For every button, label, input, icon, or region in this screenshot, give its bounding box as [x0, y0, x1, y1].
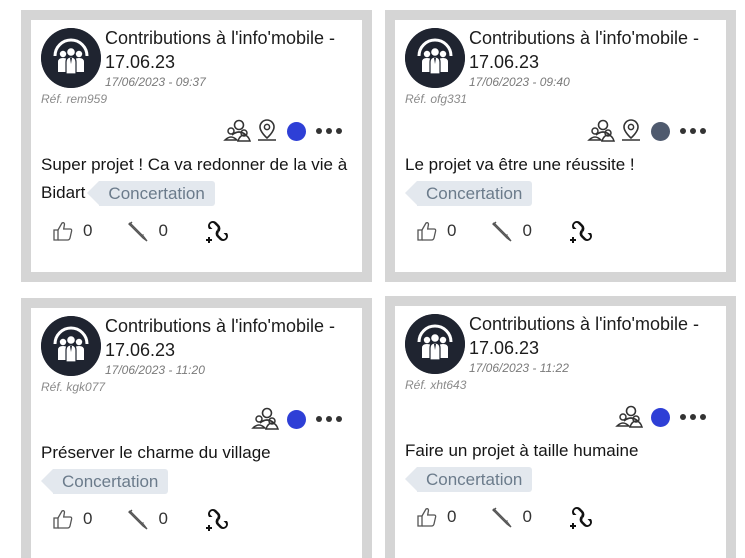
contribution-text: Super projet ! Ca va redonner de la vie …	[41, 151, 357, 207]
card-actions	[587, 118, 706, 144]
group-icon[interactable]	[251, 407, 279, 431]
pencil-icon[interactable]	[126, 507, 150, 531]
card-ref: Réf. kgk077	[41, 380, 106, 394]
card-date: 17/06/2023 - 09:40	[469, 75, 570, 89]
map-pin-icon[interactable]	[619, 118, 643, 144]
card-actions	[251, 406, 342, 432]
group-icon[interactable]	[223, 119, 251, 143]
contribution-text: Le projet va être une réussite ! Concert…	[404, 151, 721, 207]
pencil-icon[interactable]	[490, 219, 514, 243]
avatar	[405, 314, 465, 374]
contribution-card[interactable]: Contributions à l'info'mobile - 17.06.23…	[385, 10, 736, 282]
more-options-icon[interactable]	[316, 416, 342, 422]
contribution-text-content: Le projet va être une réussite !	[405, 155, 635, 174]
card-actions	[615, 404, 706, 430]
card-title[interactable]: Contributions à l'info'mobile - 17.06.23	[105, 26, 335, 74]
more-options-icon[interactable]	[316, 128, 342, 134]
status-dot	[287, 409, 306, 429]
thumbs-up-icon[interactable]	[51, 507, 75, 531]
card-footer: 0 0	[51, 507, 232, 531]
likes-count: 0	[83, 221, 93, 240]
likes-count: 0	[83, 509, 93, 528]
status-dot	[651, 407, 670, 427]
card-actions	[223, 118, 342, 144]
avatar	[41, 316, 101, 376]
pencil-icon[interactable]	[490, 505, 514, 529]
tag-concertation[interactable]: Concertation	[87, 181, 215, 207]
link-add-icon[interactable]	[204, 217, 232, 245]
avatar	[41, 28, 101, 88]
thumbs-up-icon[interactable]	[415, 219, 439, 243]
likes-count: 0	[447, 221, 457, 240]
status-dot	[651, 121, 670, 141]
card-footer: 0 0	[415, 505, 596, 529]
card-title[interactable]: Contributions à l'info'mobile - 17.06.23	[105, 314, 335, 362]
card-date: 17/06/2023 - 09:37	[105, 75, 206, 89]
edits-count: 0	[522, 221, 532, 240]
more-options-icon[interactable]	[680, 128, 706, 134]
thumbs-up-icon[interactable]	[51, 219, 75, 243]
contribution-card[interactable]: Contributions à l'info'mobile - 17.06.23…	[385, 296, 736, 558]
card-footer: 0 0	[51, 219, 232, 243]
contribution-text-content: Faire un projet à taille humaine	[405, 441, 639, 460]
status-dot	[287, 121, 306, 141]
edits-count: 0	[158, 509, 168, 528]
contribution-card[interactable]: Contributions à l'info'mobile - 17.06.23…	[21, 298, 372, 558]
group-icon[interactable]	[615, 405, 643, 429]
tag-concertation[interactable]: Concertation	[40, 469, 169, 495]
card-date: 17/06/2023 - 11:22	[469, 361, 569, 375]
contribution-text-content: Préserver le charme du village	[41, 443, 271, 462]
card-footer: 0 0	[415, 219, 596, 243]
card-ref: Réf. ofg331	[405, 92, 468, 106]
pencil-icon[interactable]	[126, 219, 150, 243]
link-add-icon[interactable]	[204, 505, 232, 533]
avatar	[405, 28, 465, 88]
edits-count: 0	[522, 507, 532, 526]
more-options-icon[interactable]	[680, 414, 706, 420]
contribution-text: Préserver le charme du village Concertat…	[40, 439, 357, 495]
card-title[interactable]: Contributions à l'info'mobile - 17.06.23	[469, 26, 699, 74]
edits-count: 0	[158, 221, 168, 240]
contribution-text: Faire un projet à taille humaine Concert…	[404, 437, 721, 493]
link-add-icon[interactable]	[568, 503, 596, 531]
map-pin-icon[interactable]	[255, 118, 279, 144]
likes-count: 0	[447, 507, 457, 526]
card-title[interactable]: Contributions à l'info'mobile - 17.06.23	[469, 312, 699, 360]
thumbs-up-icon[interactable]	[415, 505, 439, 529]
link-add-icon[interactable]	[568, 217, 596, 245]
group-icon[interactable]	[587, 119, 615, 143]
tag-concertation[interactable]: Concertation	[404, 467, 533, 493]
tag-concertation[interactable]: Concertation	[404, 181, 533, 207]
card-ref: Réf. xht643	[405, 378, 467, 392]
card-date: 17/06/2023 - 11:20	[105, 363, 205, 377]
card-ref: Réf. rem959	[41, 92, 108, 106]
contribution-card[interactable]: Contributions à l'info'mobile - 17.06.23…	[21, 10, 372, 282]
